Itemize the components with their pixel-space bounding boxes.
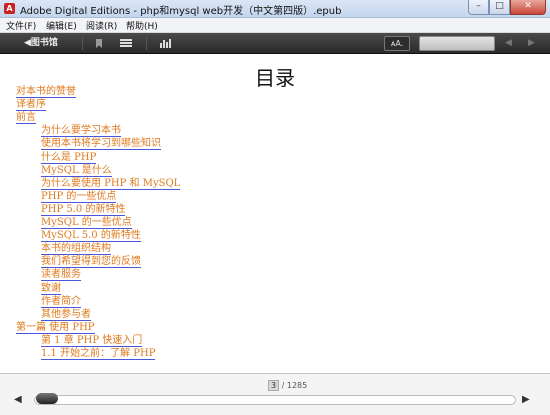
toc-link[interactable]: 致谢 [41,283,61,295]
search-input[interactable] [419,36,495,51]
close-button[interactable]: ✕ [510,0,546,15]
window-title: Adobe Digital Editions - php和mysql web开发… [20,6,342,17]
bookmark-icon[interactable] [96,39,102,48]
prev-page-icon[interactable]: ◀ [505,33,512,53]
toc-link[interactable]: MySQL 是什么 [41,165,112,177]
total-pages: / 1285 [281,381,308,390]
reader-toolbar: ◀图书馆 ᴀA. ◀ ▶ [0,33,550,54]
menu-file[interactable]: 文件(F) [6,19,36,32]
toolbar-divider [82,36,83,50]
toc-link[interactable]: 译者序 [16,99,46,112]
window-controls: – □ ✕ [468,0,546,15]
title-bar: A Adobe Digital Editions - php和mysql web… [0,0,550,18]
toc-link[interactable]: 1.1 开始之前：了解 PHP [41,348,156,360]
toc-link[interactable]: 第 1 章 PHP 快速入门 [41,335,143,347]
page-navigation-bar: 3 / 1285 ◀ ▶ [0,373,550,415]
toc-link[interactable]: 本书的组织结构 [41,243,111,256]
page-slider-track[interactable] [34,395,516,405]
toc-link[interactable]: 读者服务 [41,269,81,282]
minimize-button[interactable]: – [468,0,489,15]
toc-link[interactable]: 第一篇 使用 PHP [16,322,95,334]
current-page-field[interactable]: 3 [268,380,280,391]
toc-link[interactable]: 什么是 PHP [41,152,97,164]
bar-chart-icon[interactable] [160,38,174,48]
next-page-arrow-icon[interactable]: ▶ [522,394,530,405]
library-button[interactable]: ◀图书馆 [24,33,58,53]
toc-link[interactable]: 我们希望得到您的反馈 [41,256,141,269]
next-page-icon[interactable]: ▶ [528,33,535,53]
font-size-button[interactable]: ᴀA. [384,36,410,51]
toc-link[interactable]: 使用本书将学习到哪些知识 [41,138,161,151]
book-page: 目录 对本书的赞誉 译者序 前言 为什么要学习本书 使用本书将学习到哪些知识 什么是 PH… [0,54,550,372]
toc-list-icon[interactable] [120,39,132,47]
toolbar-divider [146,36,147,50]
menu-help[interactable]: 帮助(H) [126,19,158,32]
menu-edit[interactable]: 编辑(E) [46,19,77,32]
toc-link[interactable]: 对本书的赞誉 [16,86,76,98]
menu-bar: 文件(F) 编辑(E) 阅读(R) 帮助(H) [0,18,550,33]
toc-link[interactable]: 作者简介 [41,296,81,308]
toc-link[interactable]: 为什么要学习本书 [41,125,121,138]
toc-link[interactable]: PHP 的一些优点 [41,191,117,203]
toc-link[interactable]: MySQL 5.0 的新特性 [41,230,141,243]
menu-read[interactable]: 阅读(R) [86,19,117,32]
page-slider-thumb[interactable] [36,393,59,404]
maximize-button[interactable]: □ [489,0,510,15]
prev-page-arrow-icon[interactable]: ◀ [14,394,22,405]
page-indicator: 3 / 1285 [268,380,307,391]
toc-link[interactable]: 其他参与者 [41,309,91,321]
toc-link[interactable]: 为什么要使用 PHP 和 MySQL [41,178,181,190]
toc-link[interactable]: MySQL 的一些优点 [41,217,132,229]
toc-link[interactable]: PHP 5.0 的新特性 [41,204,126,216]
adobe-app-icon: A [4,3,15,14]
toc-link[interactable]: 前言 [16,112,36,125]
page-title: 目录 [255,66,295,90]
